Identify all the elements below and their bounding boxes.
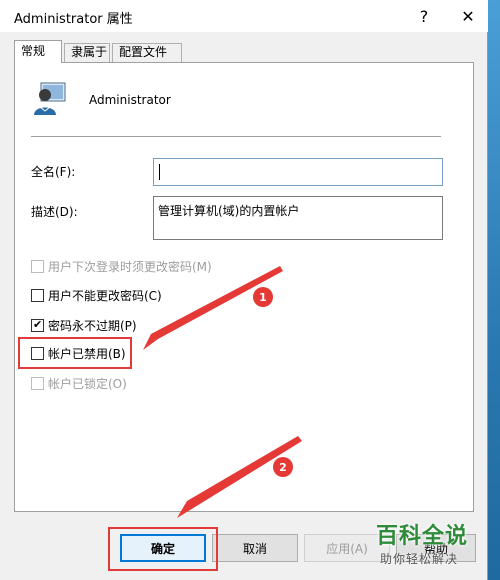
separator (31, 136, 441, 137)
checkbox-label: 密码永不过期(P) (48, 318, 137, 333)
highlight-disabled-checkbox (18, 337, 132, 369)
checkbox-label: 用户不能更改密码(C) (48, 288, 162, 303)
cancel-button[interactable]: 取消 (212, 534, 298, 562)
checkbox-box: ✔ (31, 317, 44, 332)
help-title-button[interactable]: ? (402, 0, 446, 32)
highlight-ok-button (108, 527, 218, 571)
cannot-change-password-checkbox[interactable]: 用户不能更改密码(C) (31, 286, 162, 304)
must-change-password-checkbox[interactable]: 用户下次登录时须更改密码(M) (31, 257, 212, 275)
user-account-icon (34, 82, 66, 115)
general-panel: Administrator 全名(F): 描述(D): 管理计算机(域)的内置帐… (14, 62, 474, 512)
watermark-subtitle: 助你轻松解决 (380, 552, 459, 566)
checkbox-label: 帐户已锁定(O) (48, 376, 127, 391)
title-bar: Administrator 属性 ? ✕ (0, 0, 488, 32)
window-title: Administrator 属性 (14, 12, 133, 27)
account-locked-checkbox[interactable]: 帐户已锁定(O) (31, 374, 127, 392)
fullname-label: 全名(F): (31, 165, 76, 179)
account-name: Administrator (89, 93, 171, 107)
tab-general[interactable]: 常规 (14, 40, 62, 63)
text-caret (159, 164, 160, 180)
step-badge-1: 1 (253, 287, 273, 307)
tab-member-of[interactable]: 隶属于 (64, 43, 110, 62)
checkbox-label: 用户下次登录时须更改密码(M) (48, 259, 212, 274)
checkmark-icon: ✔ (33, 317, 43, 331)
checkbox-box (31, 376, 44, 390)
step-badge-2: 2 (273, 457, 293, 477)
checkbox-box (31, 259, 44, 273)
properties-dialog: Administrator 属性 ? ✕ 常规 隶属于 配置文件 Adminis… (0, 0, 488, 580)
description-label: 描述(D): (31, 205, 78, 219)
description-input[interactable]: 管理计算机(域)的内置帐户 (153, 196, 443, 240)
watermark: 百科全说 助你轻松解决 (370, 516, 495, 574)
checkbox-box (31, 288, 44, 302)
fullname-input[interactable] (153, 158, 443, 186)
tab-profile[interactable]: 配置文件 (112, 43, 182, 62)
watermark-title: 百科全说 (376, 524, 469, 549)
close-button[interactable]: ✕ (446, 0, 490, 32)
password-never-expires-checkbox[interactable]: ✔ 密码永不过期(P) (31, 316, 137, 334)
